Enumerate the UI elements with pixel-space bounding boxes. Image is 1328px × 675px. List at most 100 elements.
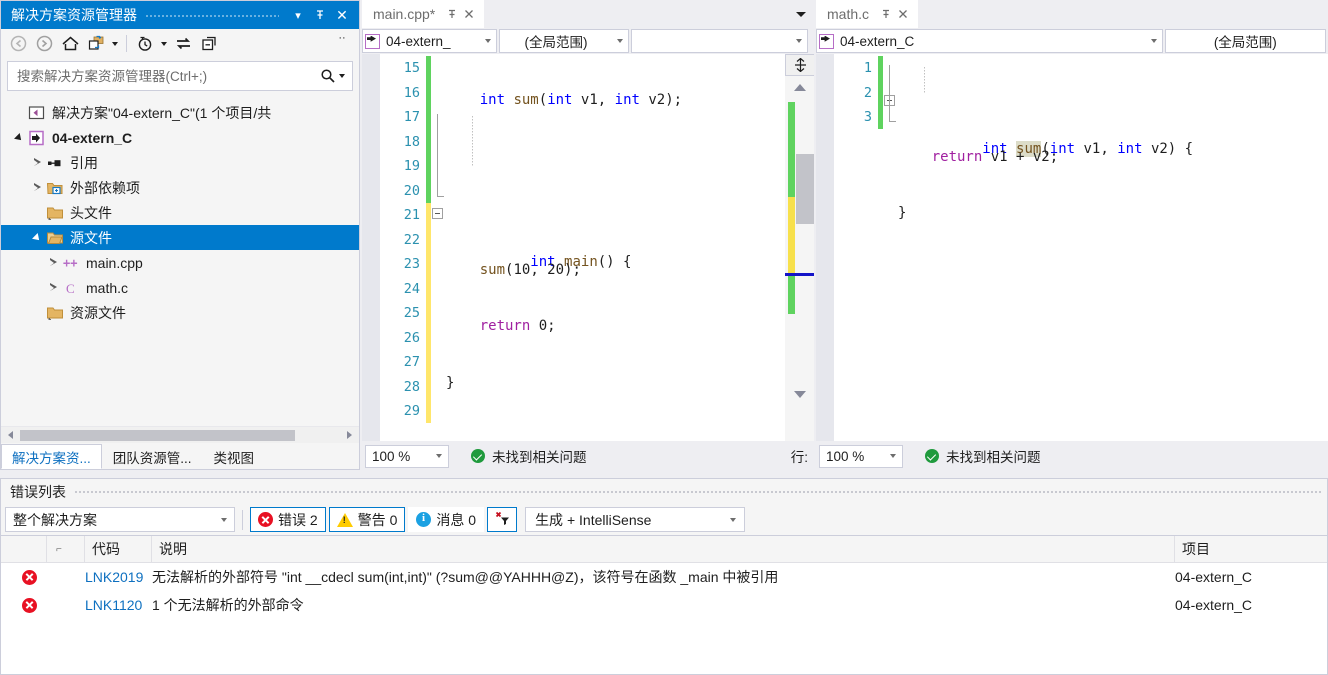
tree-expander[interactable] [45, 250, 61, 275]
tree-expander[interactable] [29, 175, 45, 200]
chevron-down-icon[interactable] [430, 454, 448, 458]
column-header-description[interactable]: 说明 [152, 536, 1175, 562]
code-line[interactable]: int main() { [431, 201, 784, 270]
editor-tab-math-c[interactable]: math.c [816, 0, 919, 28]
chevron-down-icon[interactable] [884, 454, 902, 458]
tree-item-math-c[interactable]: C math.c [1, 275, 359, 300]
code-line[interactable]: } [431, 371, 784, 396]
messages-toggle-button[interactable]: 消息 0 [408, 507, 485, 532]
clear-filter-button[interactable] [487, 507, 518, 532]
code-area-math-c[interactable]: int sum(int v1, int v2) { return v1 + v2… [883, 54, 1328, 441]
error-list-row[interactable]: LNK1120 1 个无法解析的外部命令 04-extern_C [1, 591, 1327, 619]
tree-expander[interactable] [11, 125, 27, 150]
column-header-severity[interactable]: ⌐ [47, 536, 85, 562]
build-intellisense-filter-combo[interactable]: 生成 + IntelliSense [525, 507, 746, 532]
search-input[interactable] [15, 67, 320, 85]
scrollbar-track[interactable] [18, 428, 342, 443]
code-line[interactable]: sum(10, 20); [431, 258, 784, 283]
row-code[interactable]: LNK2019 [85, 569, 152, 585]
history-dropdown-caret-icon[interactable] [158, 32, 170, 56]
zoom-level-selector[interactable]: 100 % [365, 444, 449, 468]
editor-vertical-scrollbar-left[interactable] [784, 54, 814, 441]
selection-margin[interactable] [362, 54, 380, 441]
search-options-caret-icon[interactable] [336, 64, 348, 88]
chevron-down-icon[interactable] [612, 39, 628, 43]
pin-icon[interactable] [443, 4, 460, 24]
chevron-down-icon[interactable] [1146, 39, 1162, 43]
code-line[interactable]: } [883, 201, 1328, 226]
chevron-down-icon[interactable] [791, 39, 807, 43]
errors-toggle-button[interactable]: 错误 2 [250, 507, 326, 532]
split-view-button[interactable] [785, 54, 814, 76]
error-list-row[interactable]: LNK2019 无法解析的外部符号 "int __cdecl sum(int,i… [1, 563, 1327, 591]
sync-with-active-document-icon[interactable] [83, 32, 109, 56]
code-line[interactable]: int sum(int v1, int v2); [431, 88, 784, 113]
scrollbar-thumb[interactable] [20, 429, 295, 441]
zoom-level-selector[interactable]: 100 % [819, 444, 903, 468]
row-description[interactable]: 无法解析的外部符号 "int __cdecl sum(int,int)" (?s… [152, 567, 1175, 587]
home-icon[interactable] [57, 32, 83, 56]
row-code[interactable]: LNK1120 [85, 597, 152, 613]
back-icon[interactable] [5, 32, 31, 56]
window-menu-dropdown-icon[interactable]: ▾ [287, 4, 309, 26]
tree-item-source-files[interactable]: 源文件 [1, 225, 359, 250]
code-line[interactable]: return 0; [431, 314, 784, 339]
editor-body-right[interactable]: 1 2 3 int sum(int v1, int v2) { return v… [816, 54, 1328, 441]
tree-item-project[interactable]: 04-extern_C [1, 125, 359, 150]
chevron-down-icon[interactable] [480, 39, 496, 43]
tree-item-solution[interactable]: 解决方案"04-extern_C"(1 个项目/共 [1, 100, 359, 125]
tree-item-main-cpp[interactable]: ++ main.cpp [1, 250, 359, 275]
show-history-icon[interactable] [132, 32, 158, 56]
selection-margin[interactable] [816, 54, 834, 441]
tab-list-dropdown-icon[interactable] [788, 0, 814, 28]
tab-solution-explorer[interactable]: 解决方案资... [1, 444, 102, 469]
code-line[interactable] [431, 427, 784, 441]
forward-icon[interactable] [31, 32, 57, 56]
tree-expander[interactable] [45, 275, 61, 300]
solution-tree[interactable]: 解决方案"04-extern_C"(1 个项目/共 04-extern_C 引用 [1, 94, 359, 426]
scrollbar-thumb[interactable] [796, 154, 814, 224]
refresh-icon[interactable] [170, 32, 196, 56]
code-line[interactable]: return v1 + v2; [883, 145, 1328, 170]
project-selector[interactable]: 04-extern_ [362, 29, 497, 53]
scroll-up-icon[interactable] [785, 78, 814, 96]
tree-item-external-dependencies[interactable]: 外部依赖项 [1, 175, 359, 200]
editor-body-left[interactable]: 15 16 17 18 19 20 21 22 23 24 25 26 27 2… [362, 54, 814, 441]
tree-item-resource-files[interactable]: 资源文件 [1, 300, 359, 325]
scope-selector[interactable]: (全局范围) [499, 29, 629, 53]
column-header-code[interactable]: 代码 [85, 536, 152, 562]
error-list-grid[interactable]: ⌐ 代码 说明 项目 LNK2019 无法解析的外部符号 "int __cdec… [1, 535, 1327, 674]
tree-item-header-files[interactable]: 头文件 [1, 200, 359, 225]
code-line[interactable] [431, 145, 784, 170]
scope-filter-combo[interactable]: 整个解决方案 [5, 507, 235, 532]
chevron-down-icon[interactable] [214, 518, 234, 522]
code-line[interactable]: int sum(int v1, int v2) { [883, 88, 1328, 157]
scroll-down-icon[interactable] [785, 385, 814, 403]
tree-item-references[interactable]: 引用 [1, 150, 359, 175]
close-icon[interactable]: ✕ [331, 4, 353, 26]
member-selector[interactable] [631, 29, 808, 53]
tab-class-view[interactable]: 类视图 [203, 445, 266, 469]
tab-team-explorer[interactable]: 团队资源管... [102, 445, 203, 469]
collapse-all-icon[interactable] [196, 32, 222, 56]
scroll-right-icon[interactable] [342, 431, 357, 439]
editor-tab-main-cpp[interactable]: main.cpp* [362, 0, 485, 28]
scroll-left-icon[interactable] [3, 431, 18, 439]
collapse-region-icon[interactable] [432, 208, 443, 219]
close-icon[interactable] [460, 4, 477, 24]
row-description[interactable]: 1 个无法解析的外部命令 [152, 595, 1175, 615]
column-header-project[interactable]: 项目 [1175, 536, 1327, 562]
project-selector[interactable]: 04-extern_C [816, 29, 1163, 53]
search-box[interactable] [7, 61, 353, 91]
search-icon[interactable] [320, 68, 336, 84]
column-header-icon[interactable] [1, 536, 47, 562]
tree-expander[interactable] [29, 225, 45, 250]
code-area-main-cpp[interactable]: int sum(int v1, int v2); int main() { su… [431, 54, 784, 441]
toolbar-overflow-icon[interactable]: ·· [329, 32, 355, 56]
pin-icon[interactable] [877, 4, 894, 24]
close-icon[interactable] [894, 4, 911, 24]
warnings-toggle-button[interactable]: 警告 0 [328, 507, 406, 532]
scope-selector[interactable]: (全局范围) [1164, 29, 1326, 53]
pin-icon[interactable] [309, 4, 331, 26]
chevron-down-icon[interactable] [722, 518, 744, 522]
